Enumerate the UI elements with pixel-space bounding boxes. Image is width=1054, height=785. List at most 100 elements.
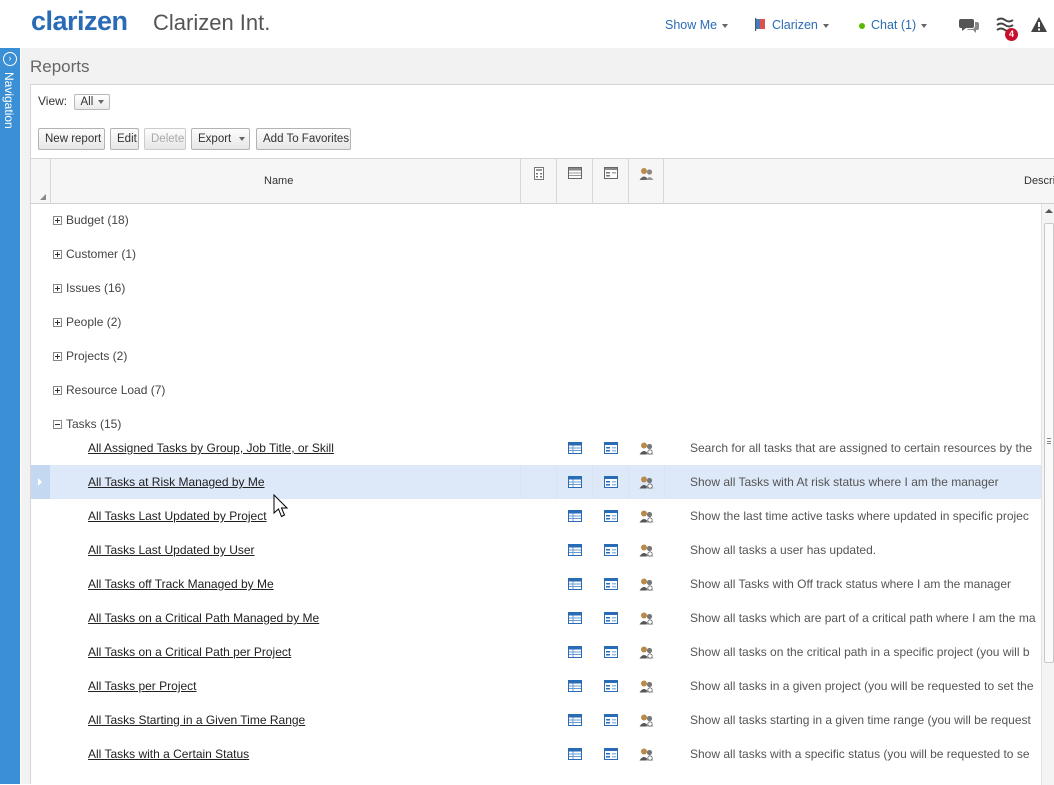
group-row-issues[interactable]: Issues (16)	[53, 281, 125, 297]
users-group-icon[interactable]	[639, 679, 654, 696]
table-view-icon[interactable]	[568, 646, 582, 661]
row-divider	[628, 465, 629, 499]
group-row-resource-load[interactable]: Resource Load (7)	[53, 383, 165, 399]
form-view-icon[interactable]	[604, 476, 618, 491]
users-group-icon[interactable]	[639, 611, 654, 628]
users-group-icon[interactable]	[639, 475, 654, 492]
table-view-icon[interactable]	[568, 612, 582, 627]
mouse-cursor-icon	[273, 494, 289, 518]
users-group-icon[interactable]	[639, 509, 654, 526]
form-view-icon[interactable]	[604, 612, 618, 627]
report-name-link[interactable]: All Tasks at Risk Managed by Me	[88, 475, 265, 489]
view-select[interactable]: All	[74, 94, 111, 110]
report-name-link[interactable]: All Tasks Last Updated by User	[88, 543, 255, 557]
calculator-column-header[interactable]	[520, 159, 556, 204]
new-report-button[interactable]: New report	[38, 128, 105, 150]
form-view-icon[interactable]	[604, 544, 618, 559]
report-description: Search for all tasks that are assigned t…	[690, 441, 1033, 455]
collapse-minus-icon[interactable]	[53, 420, 62, 430]
row-selection-handle[interactable]	[31, 465, 50, 499]
table-view-icon[interactable]	[568, 578, 582, 593]
table-view-icon[interactable]	[568, 714, 582, 729]
form-view-icon[interactable]	[604, 442, 618, 457]
group-row-people[interactable]: People (2)	[53, 315, 121, 331]
table-view-icon[interactable]	[568, 680, 582, 695]
form-view-icon[interactable]	[604, 578, 618, 593]
expand-plus-icon[interactable]	[53, 318, 62, 328]
form-view-icon[interactable]	[604, 510, 618, 525]
table-view-icon[interactable]	[568, 748, 582, 763]
edit-button[interactable]: Edit	[110, 128, 139, 150]
name-column-header[interactable]: Name	[50, 159, 520, 204]
users-group-icon[interactable]	[639, 543, 654, 560]
users-group-icon[interactable]	[639, 577, 654, 594]
user-menu[interactable]: Clarizen	[754, 18, 829, 32]
report-row[interactable]: All Tasks with a Certain Status Show all …	[31, 737, 1041, 771]
resize-corner-icon[interactable]	[40, 194, 46, 200]
users-group-icon[interactable]	[639, 747, 654, 764]
report-name-link[interactable]: All Assigned Tasks by Group, Job Title, …	[88, 441, 334, 455]
group-row-projects[interactable]: Projects (2)	[53, 349, 127, 365]
report-row[interactable]: All Tasks at Risk Managed by Me Show all …	[31, 465, 1041, 499]
chat-menu[interactable]: Chat (1)	[859, 18, 928, 32]
arrow-right-icon: ›	[3, 52, 17, 66]
report-name-link[interactable]: All Tasks Last Updated by Project	[88, 509, 267, 523]
scroll-up-arrow-icon[interactable]	[1045, 209, 1053, 213]
group-label: Budget (18)	[66, 213, 129, 227]
report-name-link[interactable]: All Tasks on a Critical Path per Project	[88, 645, 291, 659]
expand-plus-icon[interactable]	[53, 216, 62, 226]
expand-plus-icon[interactable]	[53, 250, 62, 260]
report-description: Show all tasks on the critical path in a…	[690, 645, 1030, 659]
table-view-icon[interactable]	[568, 510, 582, 525]
report-description: Show all tasks with a specific status (y…	[690, 747, 1030, 761]
report-name-link[interactable]: All Tasks Starting in a Given Time Range	[88, 713, 305, 727]
vertical-scrollbar[interactable]	[1041, 204, 1054, 785]
row-divider	[664, 465, 665, 499]
users-column-header[interactable]	[628, 159, 664, 204]
report-name-link[interactable]: All Tasks off Track Managed by Me	[88, 577, 274, 591]
report-row[interactable]: All Tasks Last Updated by Project Show th…	[31, 499, 1041, 533]
report-row[interactable]: All Tasks on a Critical Path per Project…	[31, 635, 1041, 669]
table-view-icon[interactable]	[568, 544, 582, 559]
users-group-icon[interactable]	[639, 713, 654, 730]
scrollbar-thumb[interactable]	[1044, 223, 1054, 663]
form-view-icon[interactable]	[604, 714, 618, 729]
show-me-menu[interactable]: Show Me	[665, 18, 729, 32]
report-description: Show all tasks starting in a given time …	[690, 713, 1031, 727]
alert-icon[interactable]	[1030, 16, 1048, 33]
report-row[interactable]: All Tasks Last Updated by User Show all t…	[31, 533, 1041, 567]
show-me-label: Show Me	[665, 18, 718, 32]
user-flag-icon	[755, 18, 765, 31]
chevron-down-icon	[822, 23, 829, 28]
clarizen-logo[interactable]: clarizen	[31, 6, 128, 37]
view-label: View:	[38, 94, 68, 108]
form-view-icon[interactable]	[604, 680, 618, 695]
table-view-column-header[interactable]	[556, 159, 592, 204]
report-row[interactable]: All Tasks per Project Show all tasks in a…	[31, 669, 1041, 703]
group-row-budget[interactable]: Budget (18)	[53, 213, 129, 229]
report-row[interactable]: All Tasks Starting in a Given Time Range…	[31, 703, 1041, 737]
export-button[interactable]: Export	[191, 128, 250, 150]
report-row[interactable]: All Assigned Tasks by Group, Job Title, …	[31, 431, 1041, 465]
add-to-favorites-button[interactable]: Add To Favorites	[256, 128, 351, 150]
expand-plus-icon[interactable]	[53, 386, 62, 396]
discussions-icon[interactable]	[959, 17, 980, 34]
delete-button[interactable]: Delete	[144, 128, 186, 150]
group-label: Projects (2)	[66, 349, 128, 363]
users-group-icon[interactable]	[639, 645, 654, 662]
table-view-icon[interactable]	[568, 476, 582, 491]
report-row[interactable]: All Tasks off Track Managed by Me Show al…	[31, 567, 1041, 601]
report-name-link[interactable]: All Tasks per Project	[88, 679, 197, 693]
form-view-icon[interactable]	[604, 646, 618, 661]
expand-plus-icon[interactable]	[53, 352, 62, 362]
navigation-sidebar-toggle[interactable]: › Navigation	[0, 48, 20, 784]
expand-plus-icon[interactable]	[53, 284, 62, 294]
users-group-icon[interactable]	[639, 441, 654, 458]
form-view-icon[interactable]	[604, 748, 618, 763]
report-name-link[interactable]: All Tasks with a Certain Status	[88, 747, 249, 761]
form-view-column-header[interactable]	[592, 159, 628, 204]
table-view-icon[interactable]	[568, 442, 582, 457]
report-row[interactable]: All Tasks on a Critical Path Managed by …	[31, 601, 1041, 635]
report-name-link[interactable]: All Tasks on a Critical Path Managed by …	[88, 611, 319, 625]
group-row-customer[interactable]: Customer (1)	[53, 247, 136, 263]
